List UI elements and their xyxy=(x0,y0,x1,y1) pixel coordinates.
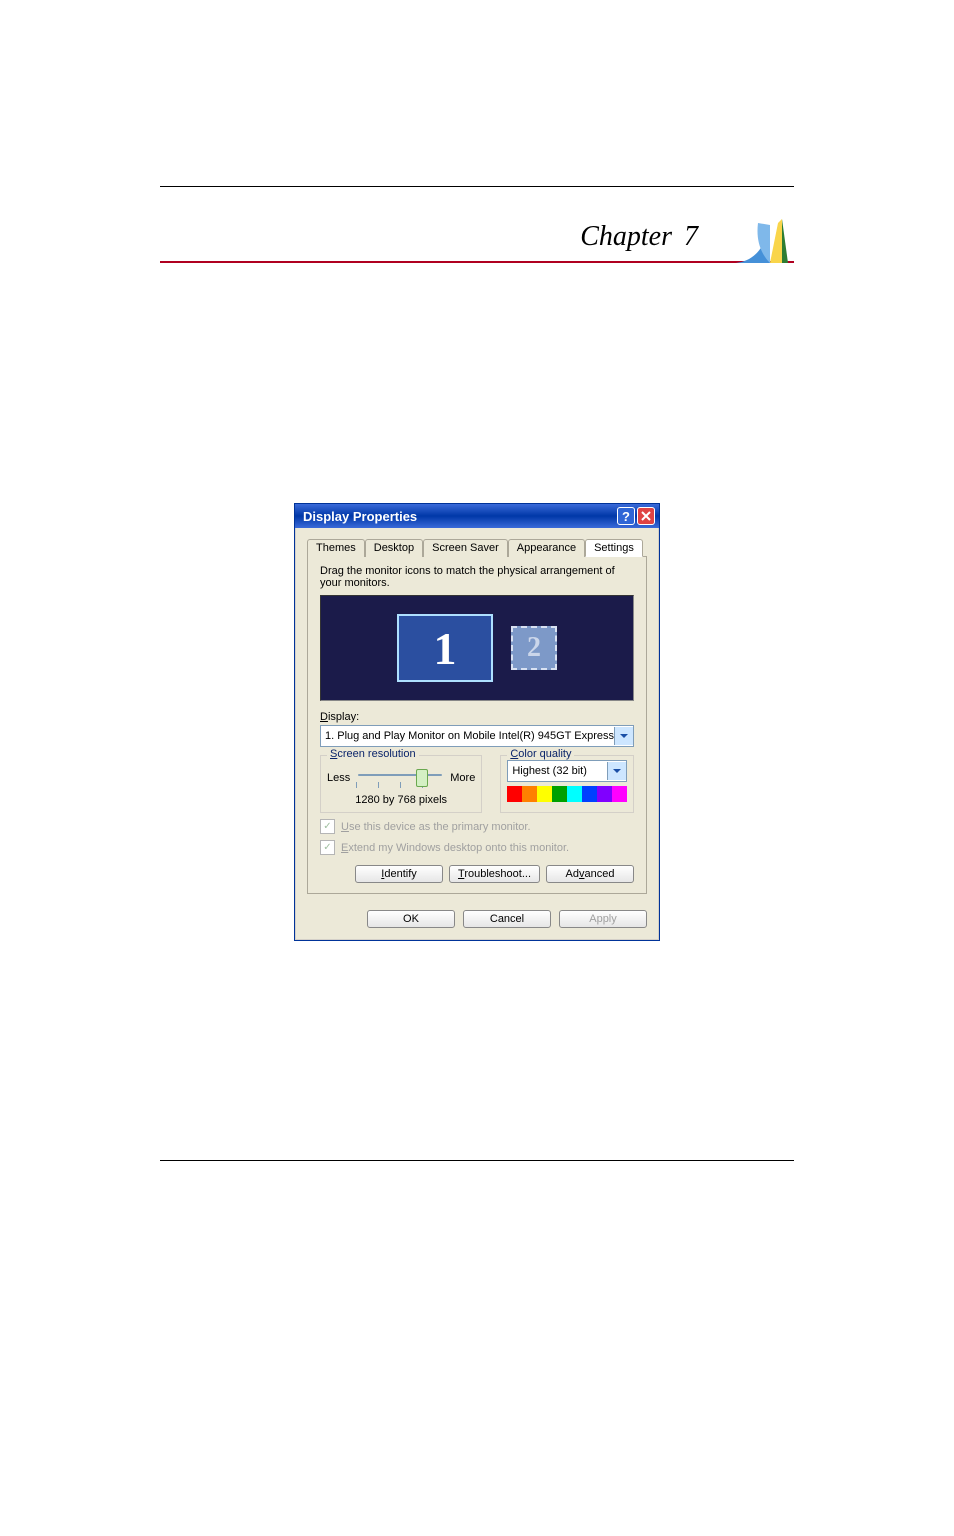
slider-less-label: Less xyxy=(327,772,350,784)
monitor-arrangement[interactable]: 1 2 xyxy=(320,595,634,701)
chapter-label: Chapter xyxy=(580,221,672,252)
dropdown-icon[interactable] xyxy=(607,762,626,780)
logo-icon xyxy=(734,213,794,269)
slider-more-label: More xyxy=(450,772,475,784)
resolution-value: 1280 by 768 pixels xyxy=(327,794,475,806)
dialog-title: Display Properties xyxy=(303,509,617,524)
color-quality-group: Color quality Highest (32 bit) xyxy=(500,755,634,813)
color-quality-value: Highest (32 bit) xyxy=(508,765,607,777)
settings-row: Screen resolution Less More 1280 by 768 … xyxy=(320,755,634,813)
tab-themes[interactable]: Themes xyxy=(307,539,365,557)
tab-desktop[interactable]: Desktop xyxy=(365,539,423,557)
color-quality-title: Color quality xyxy=(507,748,574,760)
bottom-rule xyxy=(160,1160,794,1161)
settings-panel: Drag the monitor icons to match the phys… xyxy=(307,556,647,894)
page: Chapter 7 Display Properties ? xyxy=(0,186,954,1536)
screen-resolution-group: Screen resolution Less More 1280 by 768 … xyxy=(320,755,482,813)
display-value: 1. Plug and Play Monitor on Mobile Intel… xyxy=(321,730,614,742)
troubleshoot-button[interactable]: Troubleshoot... xyxy=(449,865,540,883)
arrangement-hint: Drag the monitor icons to match the phys… xyxy=(320,565,634,589)
primary-monitor-checkbox-row: ✓ Use this device as the primary monitor… xyxy=(320,819,634,834)
help-button[interactable]: ? xyxy=(617,507,635,525)
extend-desktop-checkbox: ✓ xyxy=(320,840,335,855)
dialog-buttons: OK Cancel Apply xyxy=(295,902,659,940)
screen-resolution-title: Screen resolution xyxy=(327,748,419,760)
display-label: Display: xyxy=(320,711,634,723)
close-button[interactable] xyxy=(637,507,655,525)
monitor-2-icon[interactable]: 2 xyxy=(511,626,557,670)
apply-button[interactable]: Apply xyxy=(559,910,647,928)
tabstrip: Themes Desktop Screen Saver Appearance S… xyxy=(295,528,659,556)
color-preview-bar xyxy=(507,786,627,802)
display-combobox[interactable]: 1. Plug and Play Monitor on Mobile Intel… xyxy=(320,725,634,747)
ok-button[interactable]: OK xyxy=(367,910,455,928)
top-rule xyxy=(160,186,794,187)
extend-desktop-label: Extend my Windows desktop onto this moni… xyxy=(341,842,569,854)
resolution-slider-row: Less More xyxy=(327,766,475,790)
panel-buttons: Identify Troubleshoot... Advanced xyxy=(320,865,634,883)
extend-desktop-checkbox-row: ✓ Extend my Windows desktop onto this mo… xyxy=(320,840,634,855)
cancel-button[interactable]: Cancel xyxy=(463,910,551,928)
titlebar-buttons: ? xyxy=(617,507,655,525)
titlebar[interactable]: Display Properties ? xyxy=(295,504,659,528)
identify-button[interactable]: Identify xyxy=(355,865,443,883)
primary-monitor-checkbox: ✓ xyxy=(320,819,335,834)
color-quality-combobox[interactable]: Highest (32 bit) xyxy=(507,760,627,782)
monitor-1-icon[interactable]: 1 xyxy=(397,614,493,682)
chapter-number: 7 xyxy=(684,221,698,252)
tab-settings[interactable]: Settings xyxy=(585,539,643,557)
tab-appearance[interactable]: Appearance xyxy=(508,539,585,557)
dropdown-icon[interactable] xyxy=(614,727,633,745)
chapter-header: Chapter 7 xyxy=(160,221,794,263)
advanced-button[interactable]: Advanced xyxy=(546,865,634,883)
dialog-container: Display Properties ? Themes Desktop Scre… xyxy=(160,503,794,941)
resolution-slider[interactable] xyxy=(356,766,444,790)
tab-screensaver[interactable]: Screen Saver xyxy=(423,539,508,557)
slider-thumb[interactable] xyxy=(416,769,428,787)
primary-monitor-label: Use this device as the primary monitor. xyxy=(341,821,531,833)
display-properties-dialog: Display Properties ? Themes Desktop Scre… xyxy=(294,503,660,941)
